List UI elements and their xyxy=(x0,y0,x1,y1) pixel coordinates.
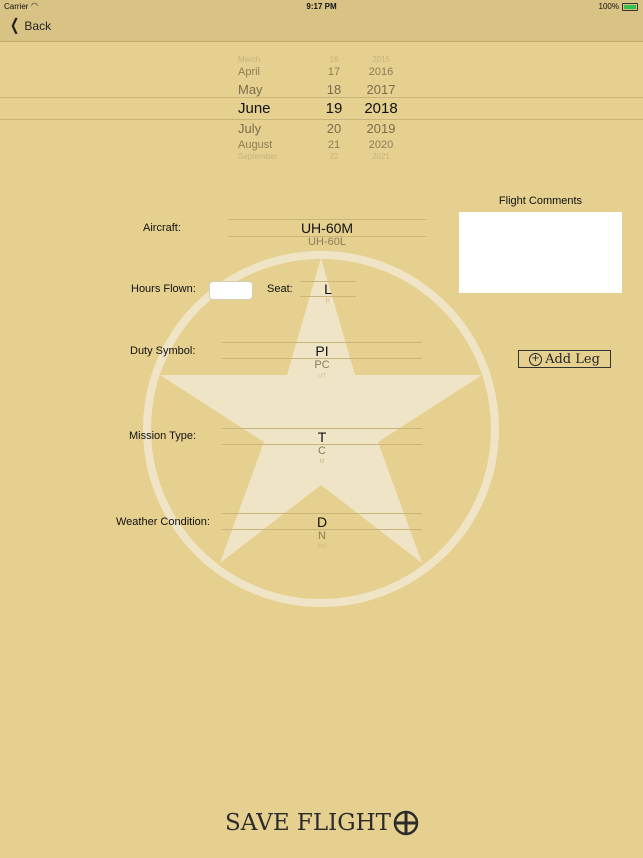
seat-option[interactable]: R xyxy=(300,299,356,305)
aircraft-option[interactable]: UH-60L xyxy=(228,236,426,248)
year-selected[interactable]: 2018 xyxy=(356,100,406,117)
weather-condition-picker[interactable]: D N NG xyxy=(222,506,422,554)
month-option[interactable]: March xyxy=(238,55,318,64)
duty-symbol-selected[interactable]: PI xyxy=(222,343,422,359)
weather-condition-option[interactable]: NG xyxy=(222,544,422,550)
circle-cross-icon xyxy=(393,810,419,836)
add-leg-button[interactable]: + Add Leg xyxy=(518,350,611,368)
date-picker[interactable]: March April May June July August Septemb… xyxy=(0,46,643,164)
seat-selected[interactable]: L xyxy=(300,281,356,297)
day-option[interactable]: 22 xyxy=(314,152,354,161)
duty-symbol-label: Duty Symbol: xyxy=(130,345,196,357)
mission-type-option[interactable]: M xyxy=(222,459,422,465)
year-option[interactable]: 2021 xyxy=(356,152,406,161)
day-option[interactable]: 20 xyxy=(314,121,354,136)
duty-symbol-picker[interactable]: PI PC UT xyxy=(222,335,422,383)
month-option[interactable]: July xyxy=(238,121,318,136)
day-wheel[interactable]: 16 17 18 19 20 21 22 xyxy=(314,46,354,164)
aircraft-label: Aircraft: xyxy=(143,222,181,234)
seat-picker[interactable]: L R xyxy=(300,274,356,306)
weather-condition-label: Weather Condition: xyxy=(116,516,210,528)
seat-label: Seat: xyxy=(267,283,293,295)
battery-icon xyxy=(622,3,638,11)
flight-comments-input[interactable] xyxy=(459,212,622,293)
save-flight-button[interactable]: SAVE FLIGHT xyxy=(210,808,434,838)
chevron-left-icon: ❮ xyxy=(10,17,20,34)
battery-fill xyxy=(624,5,636,9)
weather-condition-option[interactable]: N xyxy=(222,530,422,542)
hours-flown-input[interactable] xyxy=(209,281,253,300)
day-option[interactable]: 17 xyxy=(314,66,354,78)
weather-condition-selected[interactable]: D xyxy=(222,514,422,530)
year-wheel[interactable]: 2015 2016 2017 2018 2019 2020 2021 xyxy=(356,46,406,164)
year-option[interactable]: 2017 xyxy=(356,82,406,97)
year-option[interactable]: 2015 xyxy=(356,55,406,64)
year-option[interactable]: 2019 xyxy=(356,121,406,136)
year-option[interactable]: 2020 xyxy=(356,139,406,151)
hours-flown-label: Hours Flown: xyxy=(131,283,196,295)
battery-percent: 100% xyxy=(598,2,619,11)
mission-type-picker[interactable]: T C M xyxy=(222,421,422,469)
month-option[interactable]: April xyxy=(238,66,318,78)
save-flight-label: SAVE FLIGHT xyxy=(224,810,392,836)
back-button[interactable]: ❮ Back xyxy=(8,18,51,34)
navigation-bar: ❮ Back xyxy=(0,14,643,42)
month-wheel[interactable]: March April May June July August Septemb… xyxy=(238,46,318,164)
duty-symbol-option[interactable]: PC xyxy=(222,359,422,371)
status-time: 9:17 PM xyxy=(306,2,337,11)
day-selected[interactable]: 19 xyxy=(314,100,354,117)
day-option[interactable]: 16 xyxy=(314,55,354,64)
month-option[interactable]: August xyxy=(238,139,318,151)
day-option[interactable]: 18 xyxy=(314,82,354,97)
duty-symbol-option[interactable]: UT xyxy=(222,374,422,380)
aircraft-picker[interactable]: UH-60M UH-60L xyxy=(228,212,426,254)
status-bar: Carrier ◠ 9:17 PM 100% xyxy=(0,0,643,14)
add-leg-label: Add Leg xyxy=(545,351,600,367)
mission-type-label: Mission Type: xyxy=(129,430,197,442)
mission-type-option[interactable]: C xyxy=(222,445,422,457)
aircraft-selected[interactable]: UH-60M xyxy=(228,220,426,236)
month-selected[interactable]: June xyxy=(238,100,318,117)
flight-comments-label: Flight Comments xyxy=(498,195,583,207)
back-label: Back xyxy=(24,19,52,33)
month-option[interactable]: September xyxy=(238,152,318,161)
year-option[interactable]: 2016 xyxy=(356,66,406,78)
plus-circle-icon: + xyxy=(529,352,543,366)
month-option[interactable]: May xyxy=(238,82,318,97)
day-option[interactable]: 21 xyxy=(314,139,354,151)
mission-type-selected[interactable]: T xyxy=(222,429,422,445)
